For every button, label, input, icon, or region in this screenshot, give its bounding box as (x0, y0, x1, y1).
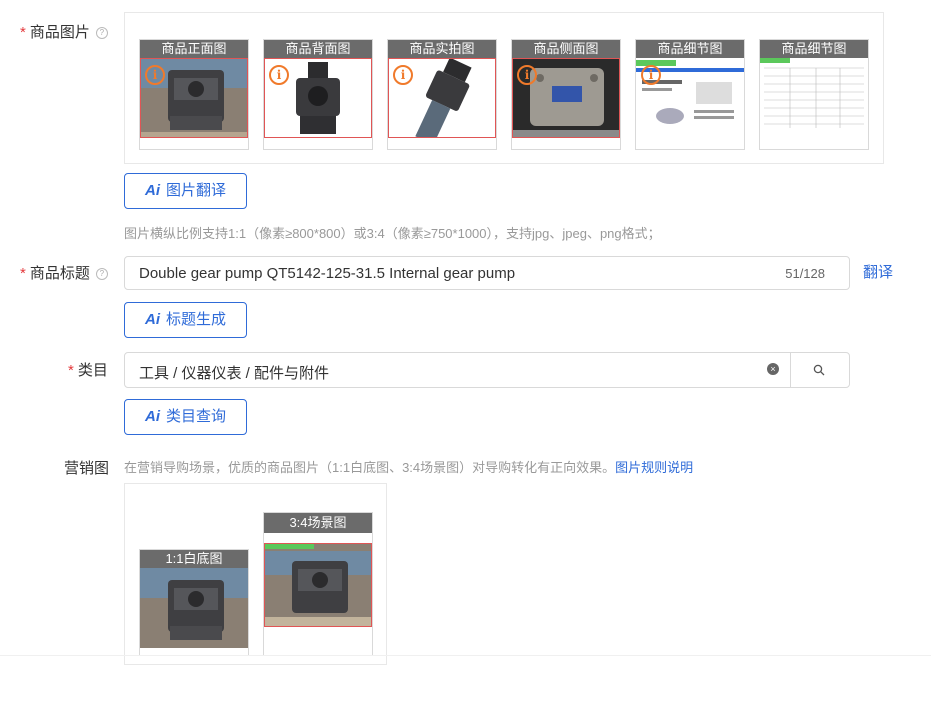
clear-icon[interactable]: × (767, 363, 779, 375)
warning-icon[interactable]: i (517, 65, 537, 85)
warning-icon[interactable]: i (641, 65, 661, 85)
help-icon[interactable]: ? (95, 27, 108, 39)
marketing-images-box: 1:1白底图 3:4场景图 (124, 483, 387, 665)
marketing-image-scene[interactable]: 3:4场景图 (263, 512, 373, 656)
ai-icon: Ai (144, 408, 160, 425)
spec-table-photo (760, 58, 868, 138)
title-translate-link[interactable]: 翻译 (863, 261, 893, 282)
title-label: * 商品标题? (20, 262, 108, 283)
ai-icon: Ai (144, 182, 160, 199)
product-image-front[interactable]: 商品正面图 i (139, 39, 249, 150)
ai-icon: Ai (144, 311, 160, 328)
marketing-hint: 在营销导购场景，优质的商品图片（1:1白底图、3:4场景图）对导购转化有正向效果… (124, 460, 694, 475)
warning-icon[interactable]: i (393, 65, 413, 85)
category-search-button[interactable] (790, 352, 850, 388)
help-icon[interactable]: ? (95, 268, 108, 280)
product-images-label: * 商品图片? (20, 21, 108, 42)
product-image-back[interactable]: 商品背面图 i (263, 39, 373, 150)
category-label: * 类目 (68, 362, 108, 379)
product-images-box: 商品正面图 i 商品背面图 i 商品实拍图 i 商品侧面图 i 商品细节图 i … (124, 12, 884, 164)
image-hint: 图片横纵比例支持1:1（像素≥800*800）或3:4（像素≥750*1000）… (124, 226, 661, 241)
product-image-detail-2[interactable]: 商品细节图 (759, 39, 869, 150)
category-input[interactable]: 工具 / 仪器仪表 / 配件与附件 × (124, 352, 792, 388)
image-translate-button[interactable]: Ai 图片翻译 (124, 173, 247, 209)
product-image-real[interactable]: 商品实拍图 i (387, 39, 497, 150)
product-image-side[interactable]: 商品侧面图 i (511, 39, 621, 150)
char-count: 51/128 (785, 266, 825, 281)
title-generate-button[interactable]: Ai 标题生成 (124, 302, 247, 338)
title-value: Double gear pump QT5142-125-31.5 Interna… (139, 265, 516, 282)
marketing-label: 营销图 (64, 460, 110, 477)
search-icon (813, 364, 825, 376)
image-rules-link[interactable]: 图片规则说明 (615, 460, 693, 475)
warning-icon[interactable]: i (145, 65, 165, 85)
title-input[interactable]: Double gear pump QT5142-125-31.5 Interna… (124, 256, 850, 290)
pump-photo (140, 568, 248, 648)
pump-photo (264, 543, 372, 627)
product-image-detail-1[interactable]: 商品细节图 i (635, 39, 745, 150)
divider (0, 655, 931, 656)
category-query-button[interactable]: Ai 类目查询 (124, 399, 247, 435)
marketing-image-white-bg[interactable]: 1:1白底图 (139, 549, 249, 656)
category-value: 工具 / 仪器仪表 / 配件与附件 (139, 365, 330, 382)
warning-icon[interactable]: i (269, 65, 289, 85)
